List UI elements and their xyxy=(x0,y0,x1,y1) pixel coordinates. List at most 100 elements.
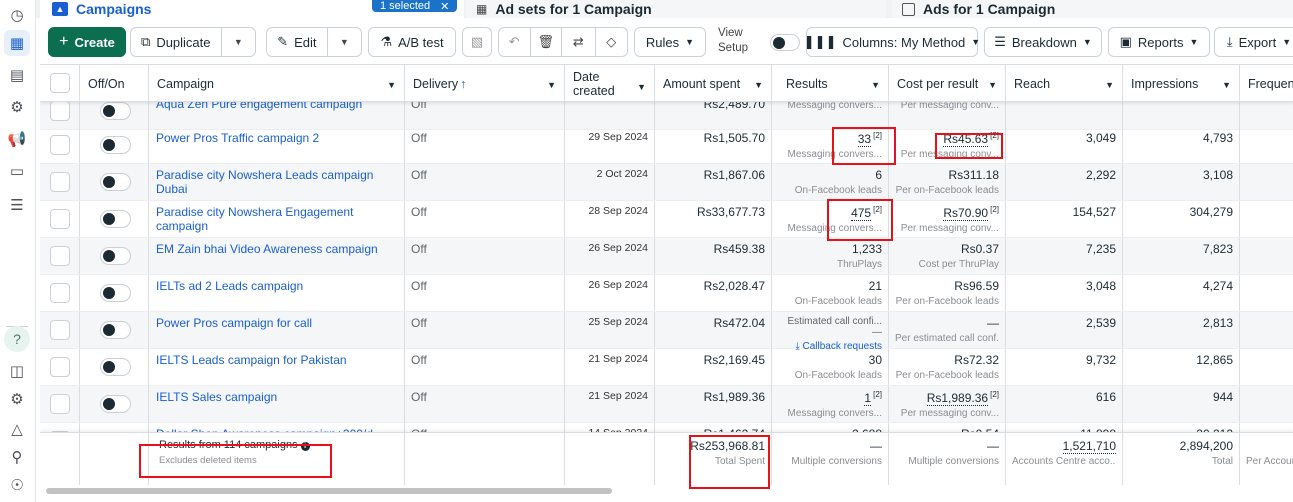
header-impressions[interactable]: Impressions ▼ xyxy=(1123,65,1240,102)
ab-test-button[interactable]: ⚗ A/B test xyxy=(368,27,456,57)
campaign-name-link[interactable]: Power Pros Traffic campaign 2 xyxy=(156,131,319,145)
table-row[interactable]: IELTS Leads campaign for Pakistan Off 21… xyxy=(40,349,1293,386)
tag-button[interactable]: ◇ xyxy=(596,28,627,56)
settings-icon[interactable]: ⚙ xyxy=(4,386,30,412)
campaign-on-off-toggle[interactable] xyxy=(100,358,131,376)
breakdown-button[interactable]: ☰ Breakdown ▼ xyxy=(984,27,1102,57)
cost-per-result-label: Per messaging conv... xyxy=(900,408,999,419)
cost-per-result-cell: Rs70.90 [2] Per messaging conv... xyxy=(889,201,1006,237)
row-checkbox[interactable] xyxy=(50,394,70,414)
campaign-on-off-toggle[interactable] xyxy=(100,395,131,413)
sort-caret-icon[interactable]: ▼ xyxy=(637,80,646,94)
billing-icon[interactable]: ▭ xyxy=(4,158,30,184)
sort-caret-icon[interactable]: ▼ xyxy=(1222,80,1231,90)
campaign-on-off-toggle[interactable] xyxy=(100,321,131,339)
campaign-on-off-toggle[interactable] xyxy=(100,173,131,191)
tab-campaigns[interactable]: ▲ Campaigns 1 selected ✕ xyxy=(40,0,464,18)
sort-caret-icon[interactable]: ▼ xyxy=(871,80,880,90)
results-value: 30 xyxy=(868,353,882,367)
campaign-on-off-toggle[interactable] xyxy=(100,284,131,302)
table-row[interactable]: Paradise city Nowshera Leads campaign Du… xyxy=(40,164,1293,201)
campaign-on-off-toggle[interactable] xyxy=(100,210,131,228)
row-toggle-cell xyxy=(80,312,149,348)
selected-badge[interactable]: 1 selected ✕ xyxy=(372,0,458,13)
table-row[interactable]: Power Pros campaign for call Off 25 Sep … xyxy=(40,312,1293,352)
view-setup-toggle[interactable] xyxy=(770,34,800,51)
rules-button[interactable]: Rules ▼ xyxy=(634,27,706,57)
header-cost-per-result[interactable]: Cost per result ▼ xyxy=(889,65,1006,102)
columns-label: Columns: My Method xyxy=(842,34,966,50)
duplicate-dropdown[interactable]: ▼ xyxy=(222,28,255,56)
columns-button[interactable]: ❚❚❚ Columns: My Method ▼ xyxy=(804,27,980,57)
table-row[interactable]: IELTs ad 2 Leads campaign Off 26 Sep 202… xyxy=(40,275,1293,312)
header-frequency[interactable]: Frequenc xyxy=(1240,65,1293,102)
campaign-on-off-toggle[interactable] xyxy=(100,247,131,265)
row-checkbox[interactable] xyxy=(50,283,70,303)
campaign-name-link[interactable]: IELTs ad 2 Leads campaign xyxy=(156,279,303,293)
bug-report-icon[interactable]: ☉ xyxy=(4,472,30,498)
edit-dropdown[interactable]: ▼ xyxy=(328,28,361,56)
campaign-on-off-toggle[interactable] xyxy=(100,136,131,154)
dashboard-icon[interactable]: ◷ xyxy=(4,2,30,28)
table-row[interactable]: EM Zain bhai Video Awareness campaign Of… xyxy=(40,238,1293,275)
campaign-on-off-toggle[interactable] xyxy=(100,102,131,120)
impressions-cell: 944 xyxy=(1123,386,1240,422)
campaign-name-link[interactable]: EM Zain bhai Video Awareness campaign xyxy=(156,242,378,256)
delete-button[interactable]: 🗑 xyxy=(531,28,563,56)
table-row[interactable]: IELTS Sales campaign Off 21 Sep 2024 Rs1… xyxy=(40,386,1293,423)
row-checkbox[interactable] xyxy=(50,135,70,155)
sort-caret-icon[interactable]: ▼ xyxy=(1105,80,1114,90)
header-results[interactable]: Results ▼ xyxy=(772,65,889,102)
create-button[interactable]: + Create xyxy=(48,27,126,57)
clear-selection-icon[interactable]: ✕ xyxy=(440,0,449,13)
row-checkbox[interactable] xyxy=(50,101,70,121)
plus-icon: + xyxy=(59,33,69,50)
campaign-name-link[interactable]: IELTS Sales campaign xyxy=(156,390,277,404)
duplicate-button[interactable]: ⧉ Duplicate xyxy=(131,28,222,56)
row-checkbox[interactable] xyxy=(50,357,70,377)
download-icon: ⤓ xyxy=(1226,34,1233,49)
campaigns-table-icon[interactable]: ▦ xyxy=(4,30,30,56)
horizontal-scrollbar[interactable] xyxy=(46,488,612,494)
header-campaign[interactable]: Campaign ▼ xyxy=(149,65,405,102)
date-created: 29 Sep 2024 xyxy=(588,131,648,143)
row-checkbox[interactable] xyxy=(50,172,70,192)
sort-ascending-icon: ↑ xyxy=(460,76,467,91)
ad-center-icon[interactable]: 📢 xyxy=(4,126,30,152)
export-button[interactable]: ⤓ Export ▼ xyxy=(1214,27,1293,57)
campaign-name-link[interactable]: Paradise city Nowshera Engagement campai… xyxy=(156,205,353,233)
row-checkbox[interactable] xyxy=(50,320,70,340)
undo-button[interactable]: ↶ xyxy=(499,28,531,56)
date-created-cell: 25 Sep 2024 xyxy=(565,312,655,348)
help-icon[interactable]: ? xyxy=(4,326,30,352)
cost-per-result-label: Per messaging conv... xyxy=(900,223,999,234)
search-icon[interactable]: ⚲ xyxy=(4,444,30,470)
table-row[interactable]: Paradise city Nowshera Engagement campai… xyxy=(40,201,1293,238)
campaign-name-link[interactable]: Paradise city Nowshera Leads campaign Du… xyxy=(156,168,373,196)
sort-caret-icon[interactable]: ▼ xyxy=(754,80,763,90)
edit-button[interactable]: ✎ Edit xyxy=(267,28,328,56)
menu-icon[interactable]: ☰ xyxy=(4,192,30,218)
table-row[interactable]: Power Pros Traffic campaign 2 Off 29 Sep… xyxy=(40,127,1293,164)
campaign-name-link[interactable]: IELTS Leads campaign for Pakistan xyxy=(156,353,347,367)
page-profile-icon[interactable]: ◫ xyxy=(4,358,30,384)
reports-button[interactable]: ▣ Reports ▼ xyxy=(1108,27,1210,57)
campaign-name-link[interactable]: Power Pros campaign for call xyxy=(156,316,312,330)
notifications-icon[interactable]: △ xyxy=(4,416,30,442)
tab-ad-sets[interactable]: ▦ Ad sets for 1 Campaign xyxy=(466,0,886,18)
header-delivery[interactable]: Delivery ↑ ▼ xyxy=(405,65,565,102)
sort-caret-icon[interactable]: ▼ xyxy=(988,80,997,90)
audiences-icon[interactable]: ⚙ xyxy=(4,94,30,120)
header-reach[interactable]: Reach ▼ xyxy=(1006,65,1123,102)
header-amount-spent[interactable]: Amount spent ▼ xyxy=(655,65,772,102)
row-checkbox[interactable] xyxy=(50,246,70,266)
sort-caret-icon[interactable]: ▼ xyxy=(387,80,396,90)
pages-icon[interactable]: ▤ xyxy=(4,62,30,88)
sort-caret-icon[interactable]: ▼ xyxy=(547,80,556,90)
clipboard-button[interactable]: ▧ xyxy=(462,27,492,57)
header-date-created[interactable]: Date created ▼ xyxy=(565,65,655,102)
select-all-checkbox[interactable] xyxy=(50,73,70,93)
tab-ads[interactable]: Ads for 1 Campaign xyxy=(892,0,1293,18)
preview-button[interactable]: ⇄ xyxy=(562,28,596,56)
row-checkbox[interactable] xyxy=(50,209,70,229)
